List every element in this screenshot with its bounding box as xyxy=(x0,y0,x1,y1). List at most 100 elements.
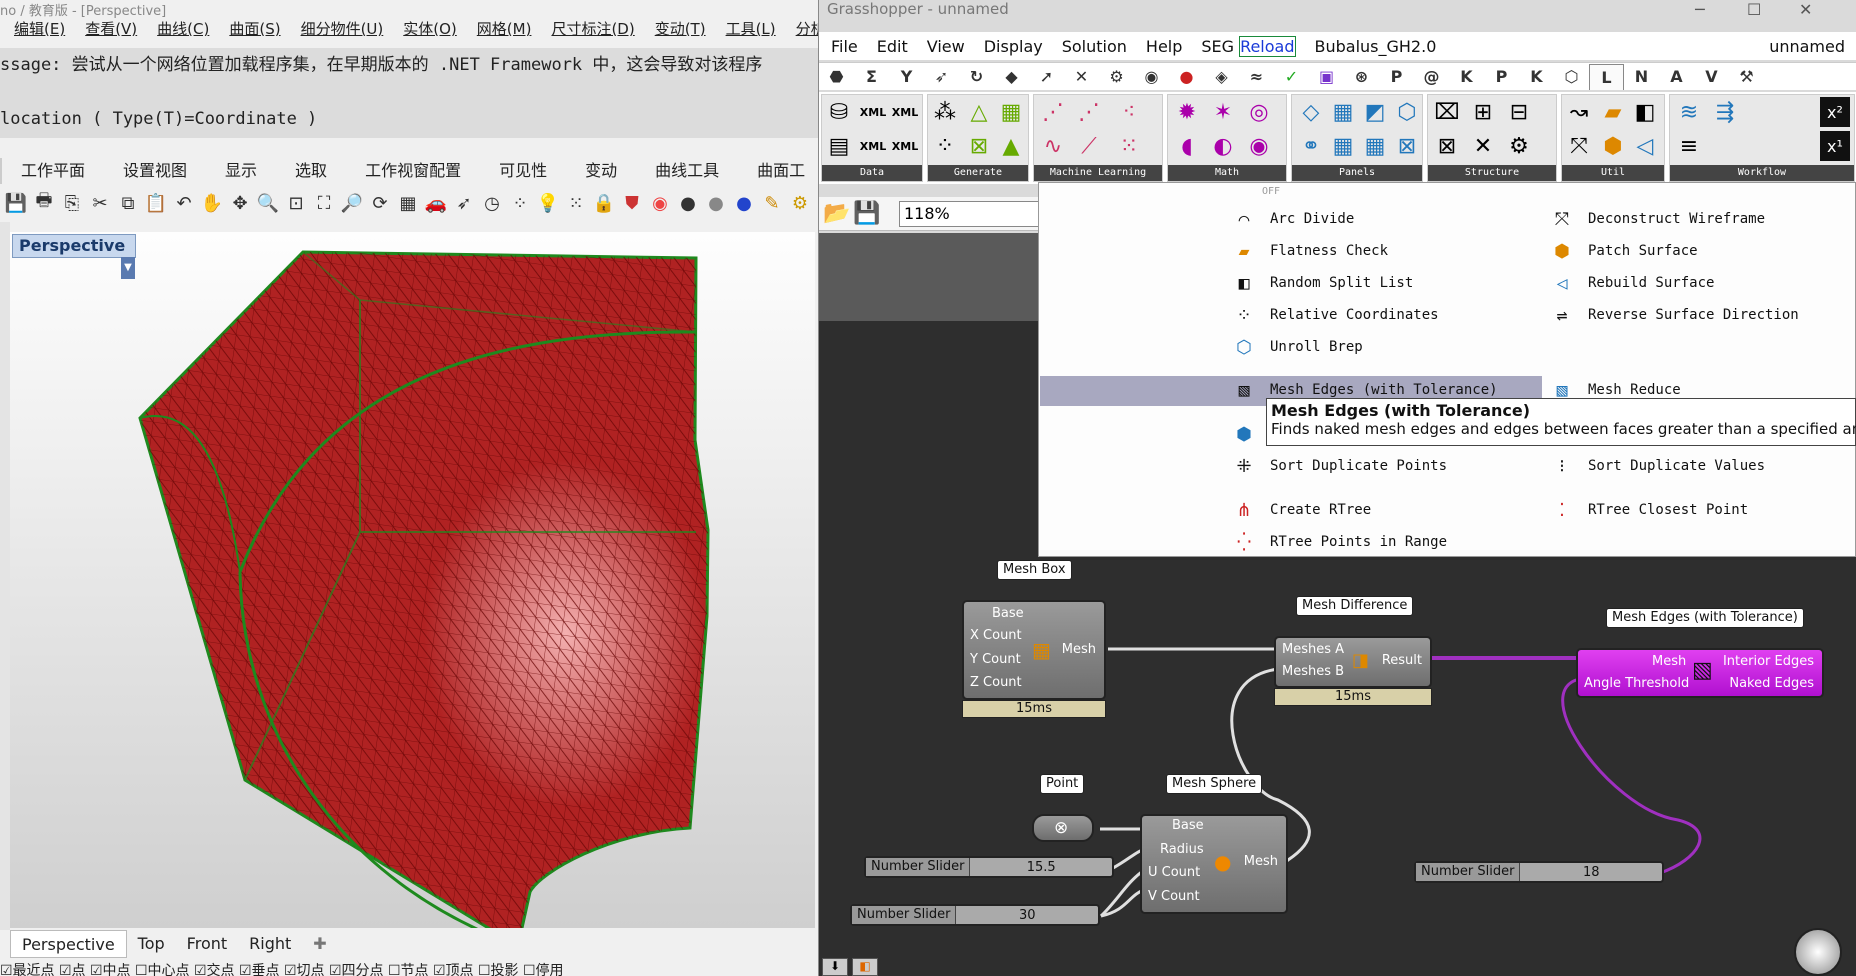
tab-viewport-layout[interactable]: 工作视窗配置 xyxy=(346,158,480,184)
split-list-icon[interactable]: ◧ xyxy=(1630,97,1660,127)
menu-reload[interactable]: Reload xyxy=(1239,35,1296,57)
panel-icon[interactable]: ⊠ xyxy=(1392,131,1422,161)
copy-icon[interactable]: ⧉ xyxy=(116,191,140,215)
panel-grid-icon[interactable]: ▦ xyxy=(1328,97,1358,127)
osnap-bar[interactable]: ☑最近点 ☑点 ☑中点 ☐中心点 ☑交点 ☑垂点 ☑切点 ☑四分点 ☐节点 ☑顶… xyxy=(0,960,564,976)
zoom-icon[interactable]: 🔍 xyxy=(256,191,280,215)
save-icon[interactable]: 💾 xyxy=(853,201,880,226)
menu-mesh[interactable]: 网格(M) xyxy=(477,18,532,42)
menu-dimension[interactable]: 尺寸标注(D) xyxy=(551,18,634,42)
grid-icon[interactable]: ▦ xyxy=(996,97,1026,127)
dropdown-item[interactable]: ⁜ Sort Duplicate Points xyxy=(1232,454,1447,478)
rotate-view-icon[interactable]: ⟳ xyxy=(368,191,392,215)
tab-l[interactable]: L xyxy=(1589,63,1624,90)
layers-icon[interactable]: ⇶ xyxy=(1710,97,1740,127)
open-file-icon[interactable]: 📂 xyxy=(823,201,850,226)
tab-maths[interactable]: Σ xyxy=(854,64,889,90)
tab-p2[interactable]: P xyxy=(1484,64,1519,90)
menu-transform[interactable]: 变动(T) xyxy=(655,18,706,42)
print-icon[interactable]: 🖶 xyxy=(32,190,56,215)
mesh-sphere-component[interactable]: Base Radius U Count V Count ● Mesh xyxy=(1140,814,1288,914)
truss-icon[interactable]: ⊠ xyxy=(1432,131,1462,161)
shield-icon[interactable]: ⛊ xyxy=(620,191,644,215)
navigation-sphere-icon[interactable] xyxy=(1794,928,1842,976)
command-prompt[interactable]: location ( Type(T)=Coordinate ) xyxy=(0,109,317,129)
menu-solution[interactable]: Solution xyxy=(1062,37,1127,56)
output-interior-edges[interactable]: Interior Edges xyxy=(1723,654,1814,669)
expression-icon[interactable]: x² xyxy=(1820,97,1850,127)
tab-mesh[interactable]: ➚ xyxy=(1029,64,1064,90)
color-wheel-icon[interactable]: ◉ xyxy=(648,191,672,215)
triangle-icon[interactable]: ▲ xyxy=(996,131,1026,161)
save-icon[interactable]: 💾 xyxy=(4,191,28,215)
star-icon[interactable]: ✶ xyxy=(1208,97,1238,127)
shape-icon[interactable]: ◖ xyxy=(1172,131,1202,161)
truss-icon[interactable]: ✕ xyxy=(1468,131,1498,161)
menu-file[interactable]: File xyxy=(831,37,858,56)
layer-icon[interactable]: ≡ xyxy=(1674,131,1704,161)
cluster-icon[interactable]: ⁖ xyxy=(1114,97,1144,127)
maximize-icon[interactable]: ☐ xyxy=(1747,0,1761,19)
menu-edit[interactable]: Edit xyxy=(877,37,908,56)
tab-star[interactable]: ⊛ xyxy=(1344,64,1379,90)
triangle-icon[interactable]: △ xyxy=(964,97,994,127)
shape-icon[interactable]: ◐ xyxy=(1208,131,1238,161)
sphere-blue-icon[interactable]: ● xyxy=(732,191,756,215)
ribbon-caption[interactable]: Generate xyxy=(928,165,1028,181)
tab-set-view[interactable]: 设置视图 xyxy=(104,158,206,184)
dropdown-item[interactable]: ▰ Flatness Check xyxy=(1232,239,1388,263)
tab-surface-tools[interactable]: 曲面工 xyxy=(738,158,818,184)
tab-wave[interactable]: ≈ xyxy=(1239,64,1274,90)
menu-seg[interactable]: SEG xyxy=(1201,37,1234,56)
pan-hand-icon[interactable]: ✋ xyxy=(200,191,224,215)
ribbon-caption[interactable]: Panels xyxy=(1292,165,1422,181)
tab-vector[interactable]: ➶ xyxy=(924,64,959,90)
tab-shield[interactable]: ◈ xyxy=(1204,64,1239,90)
slider-value[interactable]: 18 xyxy=(1520,865,1662,880)
input-x-count[interactable]: X Count xyxy=(970,628,1022,643)
tab-purple[interactable]: ▣ xyxy=(1309,64,1344,90)
tab-visibility[interactable]: 可见性 xyxy=(480,158,566,184)
zoom-extents-icon[interactable]: ⛶ xyxy=(312,191,336,215)
lock-icon[interactable]: 🔒 xyxy=(592,191,616,215)
ribbon-caption[interactable]: Util xyxy=(1562,165,1664,181)
number-slider-count[interactable]: Number Slider 30 xyxy=(850,904,1100,926)
tab-perspective[interactable]: Perspective xyxy=(10,930,127,958)
menu-surface[interactable]: 曲面(S) xyxy=(229,18,280,42)
input-meshes-b[interactable]: Meshes B xyxy=(1282,664,1344,679)
gears-icon[interactable]: ⚙ xyxy=(788,191,812,215)
panel-grid-icon[interactable]: ▦ xyxy=(1328,131,1358,161)
point-param[interactable]: ⊗ xyxy=(1032,814,1094,842)
tab-check[interactable]: ✓ xyxy=(1274,64,1309,90)
xml-icon[interactable]: XML xyxy=(890,97,920,127)
truss-icon[interactable]: ⊞ xyxy=(1468,97,1498,127)
input-base[interactable]: Base xyxy=(992,606,1024,621)
panel-grid-icon[interactable]: ▦ xyxy=(1360,131,1390,161)
clock-icon[interactable]: ◷ xyxy=(480,191,504,215)
cut-icon[interactable]: ✂ xyxy=(88,191,112,215)
grid-icon[interactable]: ▦ xyxy=(396,191,420,215)
viewport-title[interactable]: Perspective ▼ xyxy=(12,234,136,279)
tab-transform[interactable]: 变动 xyxy=(566,158,636,184)
dropdown-item[interactable]: ⌒ Arc Divide xyxy=(1232,207,1355,231)
tab-intersect[interactable]: ✕ xyxy=(1064,64,1099,90)
tab-tools[interactable]: ⚒ xyxy=(1729,64,1764,90)
dropdown-item[interactable]: ◁ Rebuild Surface xyxy=(1550,271,1715,295)
polygon-icon[interactable]: ✹ xyxy=(1172,97,1202,127)
close-icon[interactable]: ✕ xyxy=(1799,0,1812,19)
network-icon[interactable]: ⁂ xyxy=(930,97,960,127)
input-radius[interactable]: Radius xyxy=(1160,842,1204,857)
move-icon[interactable]: ✥ xyxy=(228,191,252,215)
regression-icon[interactable]: ⟋ xyxy=(1074,131,1104,161)
tab-a[interactable]: A xyxy=(1659,64,1694,90)
ribbon-caption[interactable]: Math xyxy=(1168,165,1286,181)
tab-right[interactable]: Right xyxy=(238,930,302,958)
scatter-icon[interactable]: ⋰ xyxy=(1074,97,1104,127)
tab-display[interactable]: ◉ xyxy=(1134,64,1169,90)
curve-icon[interactable]: ↝ xyxy=(1564,97,1594,127)
dropdown-item[interactable]: ⬢ xyxy=(1232,422,1256,446)
output-naked-edges[interactable]: Naked Edges xyxy=(1729,676,1814,691)
flatness-icon[interactable]: ▰ xyxy=(1598,97,1628,127)
menu-subd[interactable]: 细分物件(U) xyxy=(301,18,384,42)
input-y-count[interactable]: Y Count xyxy=(970,652,1021,667)
